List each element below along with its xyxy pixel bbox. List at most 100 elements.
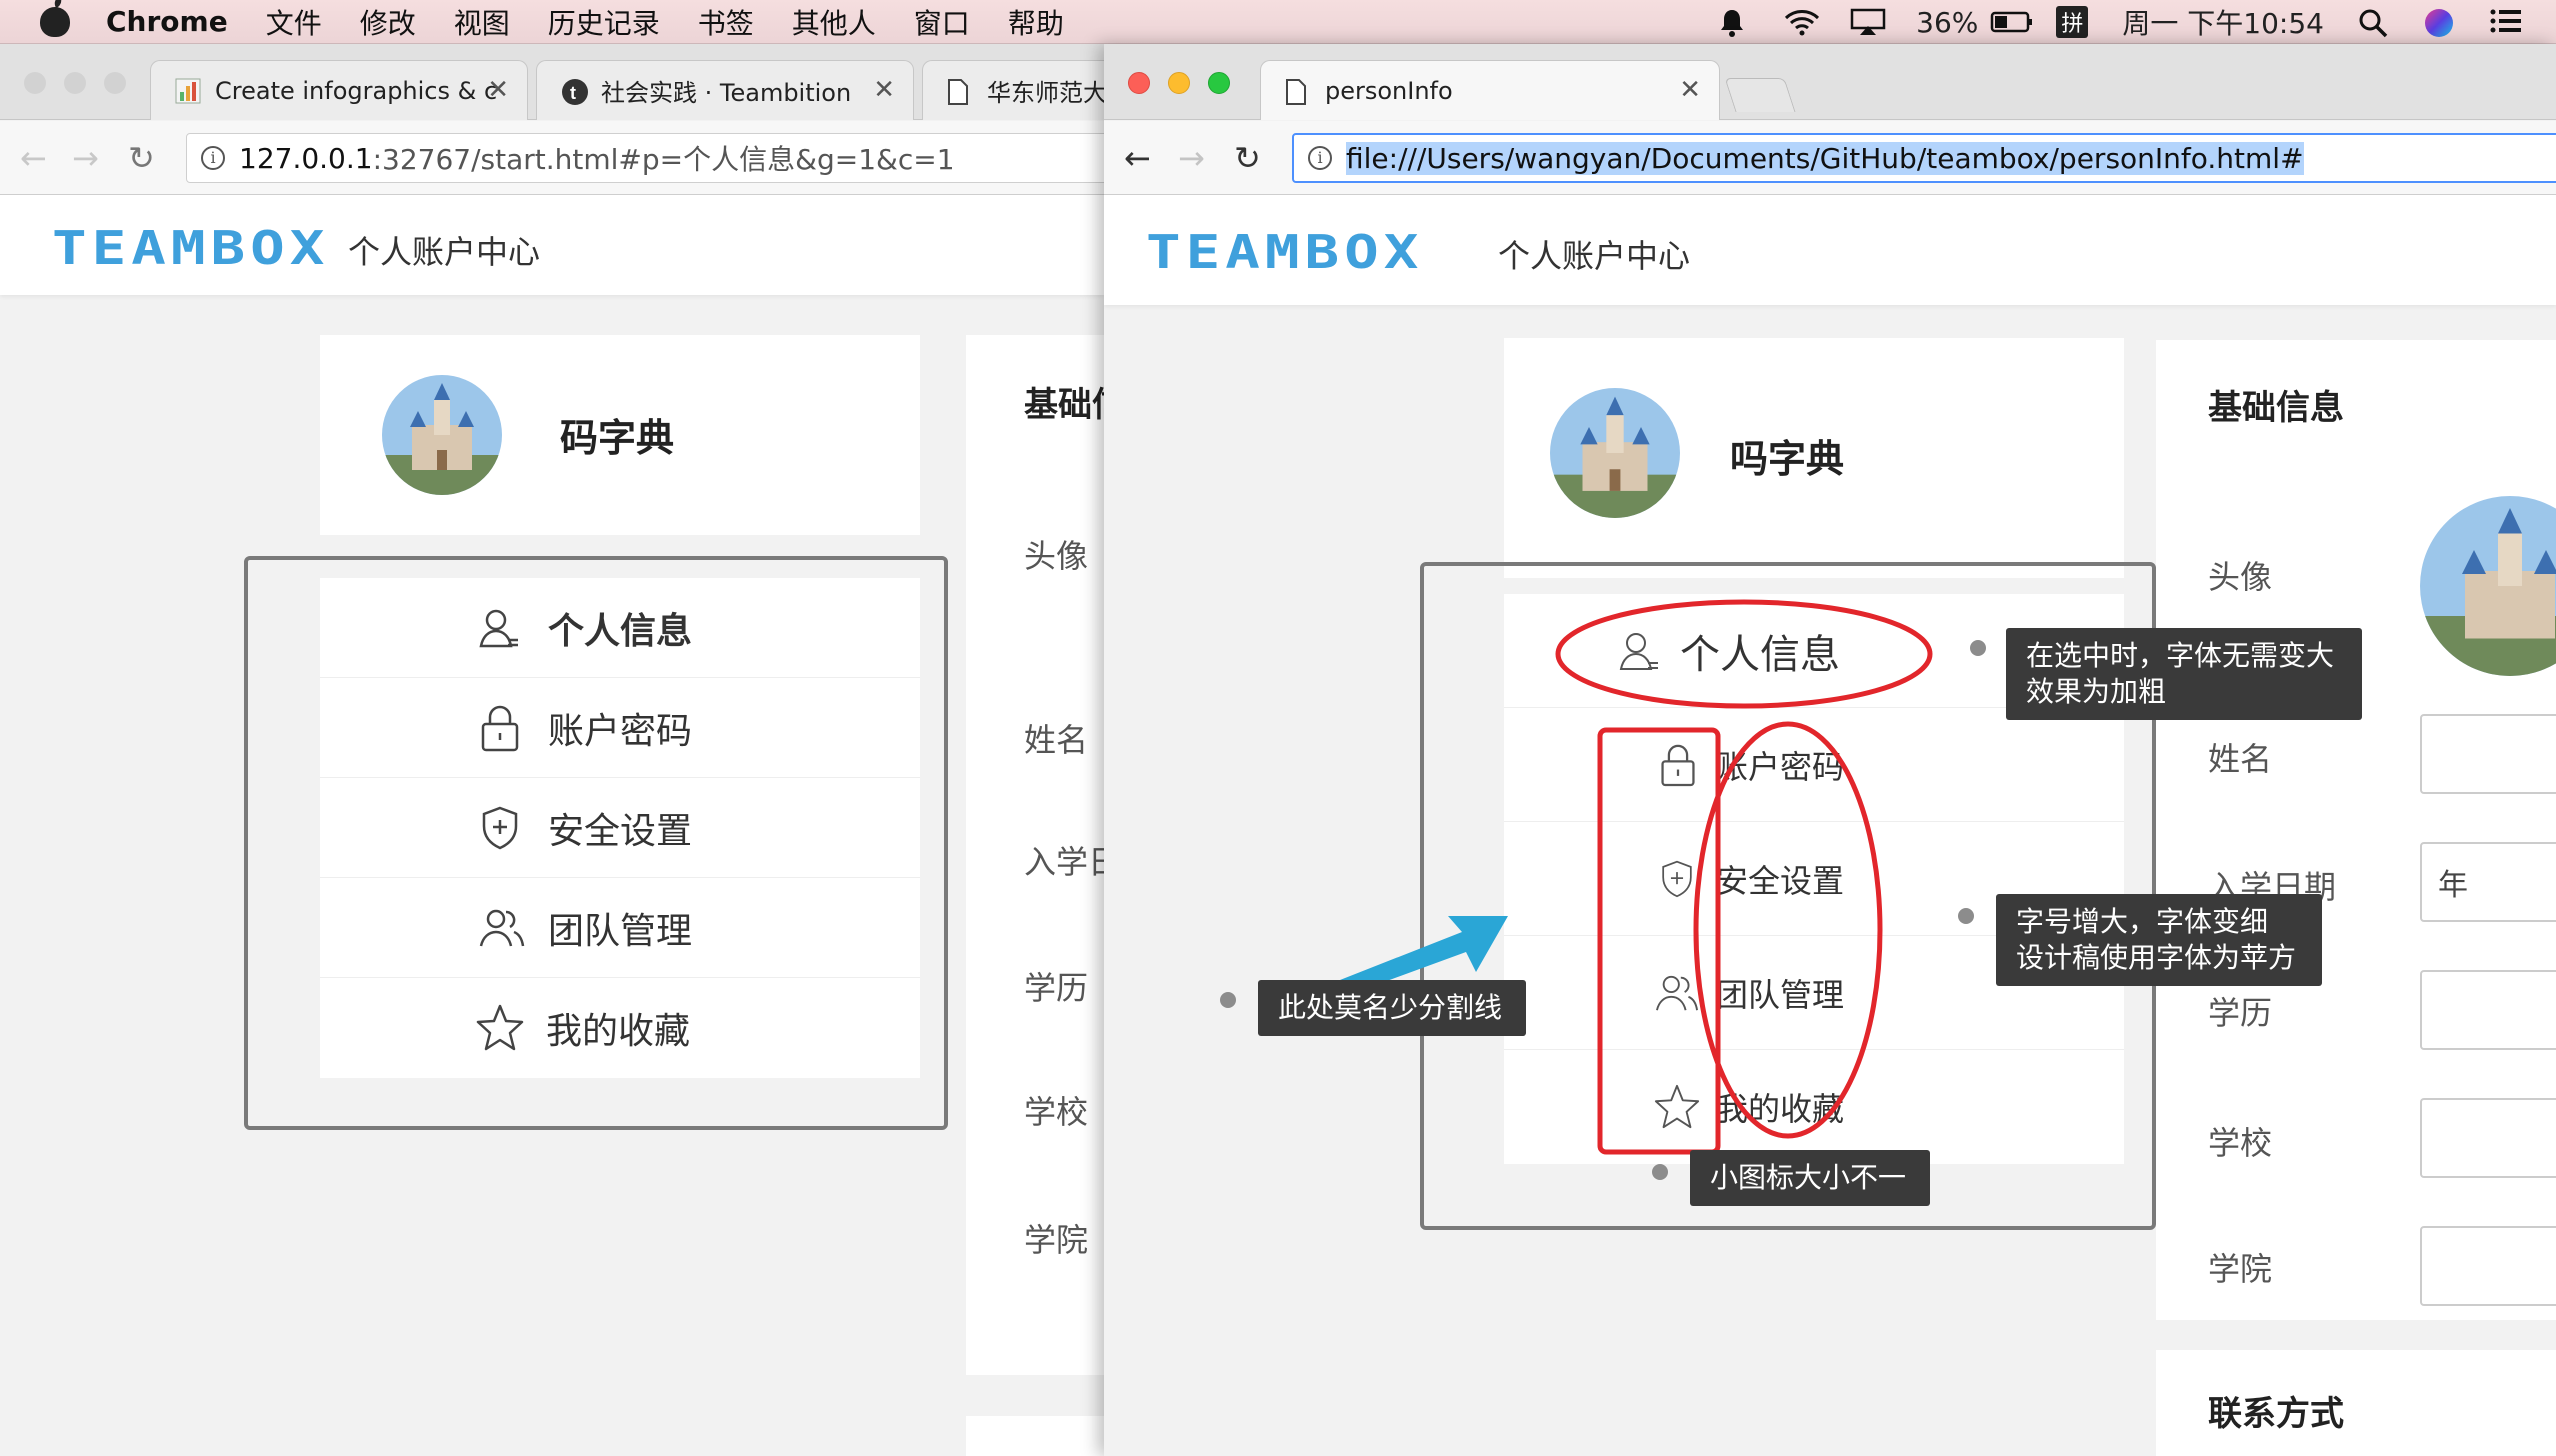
team-icon — [479, 909, 525, 946]
field-label-college: 学院 — [1024, 1221, 1089, 1259]
section-title: 基础信 — [1024, 385, 1104, 425]
lock-icon — [1661, 744, 1695, 786]
name-input[interactable] — [2420, 714, 2556, 794]
field-label-college: 学院 — [2208, 1250, 2273, 1288]
contact-panel: 联系方式 — [2156, 1350, 2556, 1456]
app-header: TEAMBOX 个人账户中心 — [0, 195, 1104, 295]
tab-title: 华东师范大学 — [987, 79, 1104, 107]
profile-card: 吗字典 — [1504, 338, 2124, 578]
notification-bell-icon[interactable] — [1718, 8, 1750, 37]
minimize-window-button[interactable] — [64, 72, 86, 94]
tab-teambition[interactable]: t 社会实践 · Teambition ✕ — [536, 60, 914, 120]
menu-item-account-password[interactable]: 账户密码 — [1504, 708, 2124, 822]
close-window-button[interactable] — [1128, 72, 1150, 94]
close-tab-icon[interactable]: ✕ — [873, 75, 895, 105]
menu-label: 账户密码 — [548, 710, 693, 752]
shield-icon — [1662, 860, 1692, 897]
contact-panel-stub — [966, 1416, 1104, 1456]
back-arrow-icon[interactable]: ← — [1124, 139, 1151, 177]
tab-ecnu[interactable]: 华东师范大学 — [922, 60, 1104, 120]
airplay-icon[interactable] — [1850, 8, 1886, 36]
field-label-avatar: 头像 — [1024, 537, 1089, 575]
reload-icon[interactable]: ↻ — [1234, 139, 1261, 177]
field-label-avatar: 头像 — [2208, 558, 2273, 596]
input-method-indicator[interactable]: 拼 — [2056, 6, 2089, 38]
degree-input[interactable] — [2420, 970, 2556, 1050]
annotation-anchor-dot — [1958, 908, 1974, 924]
annotation-missing-divider: 此处莫名少分割线 — [1258, 980, 1526, 1036]
tab-personinfo[interactable]: personInfo ✕ — [1260, 60, 1720, 120]
left-browser-window: Create infographics & c ✕ t 社会实践 · Teamb… — [0, 44, 1104, 1456]
shield-icon — [482, 806, 518, 849]
tab-infographics[interactable]: Create infographics & c ✕ — [150, 60, 528, 120]
teambox-logo[interactable]: TEAMBOX — [52, 221, 329, 275]
annotation-font-change: 字号增大，字体变细 设计稿使用字体为苹方 — [1996, 894, 2322, 986]
field-label-school: 学校 — [2208, 1124, 2273, 1162]
contact-section-title: 联系方式 — [2208, 1394, 2344, 1434]
star-icon — [1654, 1084, 1700, 1129]
menu-item-favorites[interactable]: 我的收藏 — [1504, 1050, 2124, 1164]
menu-view[interactable]: 视图 — [454, 2, 510, 42]
menu-item-personal-info[interactable]: 个人信息 — [320, 578, 920, 678]
college-input[interactable] — [2420, 1226, 2556, 1306]
left-window-controls — [24, 72, 144, 94]
avatar-preview[interactable] — [2420, 496, 2556, 676]
menu-bookmarks[interactable]: 书签 — [698, 2, 754, 42]
reload-icon[interactable]: ↻ — [128, 139, 155, 177]
menu-edit[interactable]: 修改 — [360, 2, 416, 42]
school-input[interactable] — [2420, 1098, 2556, 1178]
spotlight-search-icon[interactable] — [2358, 8, 2390, 38]
user-icon — [479, 609, 518, 647]
menu-label: 个人信息 — [548, 610, 693, 652]
avatar[interactable] — [1550, 388, 1680, 518]
menu-label: 账户密码 — [1716, 747, 1845, 786]
section-title: 基础信息 — [2208, 388, 2344, 428]
field-label-name: 姓名 — [2208, 740, 2273, 778]
left-address-bar[interactable]: i 127.0.0.1 :32767/start.html#p=个人信息&g=1… — [186, 133, 1104, 183]
menu-item-team-management[interactable]: 团队管理 — [320, 878, 920, 978]
site-info-icon[interactable]: i — [1308, 146, 1332, 170]
back-arrow-icon[interactable]: ← — [20, 139, 47, 177]
new-tab-button[interactable] — [1724, 78, 1796, 112]
profile-name: 吗字典 — [1730, 437, 1845, 481]
url-path: :32767/start.html#p=个人信息&g=1&c=1 — [372, 143, 955, 176]
menu-help[interactable]: 帮助 — [1008, 2, 1064, 42]
menu-people[interactable]: 其他人 — [792, 2, 876, 42]
right-address-bar[interactable]: i file:///Users/wangyan/Documents/GitHub… — [1292, 133, 2556, 183]
app-header: TEAMBOX 个人账户中心 — [1104, 195, 2556, 305]
menu-label: 我的收藏 — [1716, 1090, 1845, 1128]
avatar[interactable] — [382, 375, 502, 495]
site-info-icon[interactable]: i — [201, 146, 225, 170]
url-text: file:///Users/wangyan/Documents/GitHub/t… — [1346, 141, 2304, 175]
apple-icon[interactable] — [40, 6, 70, 37]
forward-arrow-icon[interactable]: → — [72, 139, 99, 177]
menu-item-account-password[interactable]: 账户密码 — [320, 678, 920, 778]
siri-icon[interactable] — [2424, 8, 2456, 37]
zoom-window-button[interactable] — [104, 72, 126, 94]
close-tab-icon[interactable]: ✕ — [487, 75, 509, 105]
enroll-year-select[interactable]: 年 — [2420, 842, 2556, 922]
menu-window[interactable]: 窗口 — [914, 2, 970, 42]
forward-arrow-icon[interactable]: → — [1178, 139, 1205, 177]
wifi-icon[interactable] — [1784, 8, 1820, 36]
menu-app-chrome[interactable]: Chrome — [106, 5, 228, 38]
zoom-window-button[interactable] — [1208, 72, 1230, 94]
close-tab-icon[interactable]: ✕ — [1679, 75, 1701, 105]
menubar-clock[interactable]: 周一 下午10:54 — [2122, 2, 2324, 42]
header-subtitle: 个人账户中心 — [1498, 237, 1691, 275]
menu-file[interactable]: 文件 — [266, 2, 322, 42]
right-toolbar: ← → ↻ i file:///Users/wangyan/Documents/… — [1104, 121, 2556, 195]
annotation-icon-size: 小图标大小不一 — [1690, 1150, 1930, 1206]
notification-center-icon[interactable] — [2490, 8, 2522, 36]
menu-item-security[interactable]: 安全设置 — [320, 778, 920, 878]
menu-label: 安全设置 — [1716, 861, 1845, 900]
menu-item-favorites[interactable]: 我的收藏 — [320, 978, 920, 1078]
minimize-window-button[interactable] — [1168, 72, 1190, 94]
menu-history[interactable]: 历史记录 — [548, 2, 660, 42]
battery-icon[interactable] — [1990, 8, 2033, 36]
teambox-logo[interactable]: TEAMBOX — [1146, 225, 1423, 279]
annotation-anchor-dot — [1220, 992, 1236, 1008]
star-icon — [476, 1004, 524, 1051]
user-icon — [1619, 632, 1658, 670]
close-window-button[interactable] — [24, 72, 46, 94]
